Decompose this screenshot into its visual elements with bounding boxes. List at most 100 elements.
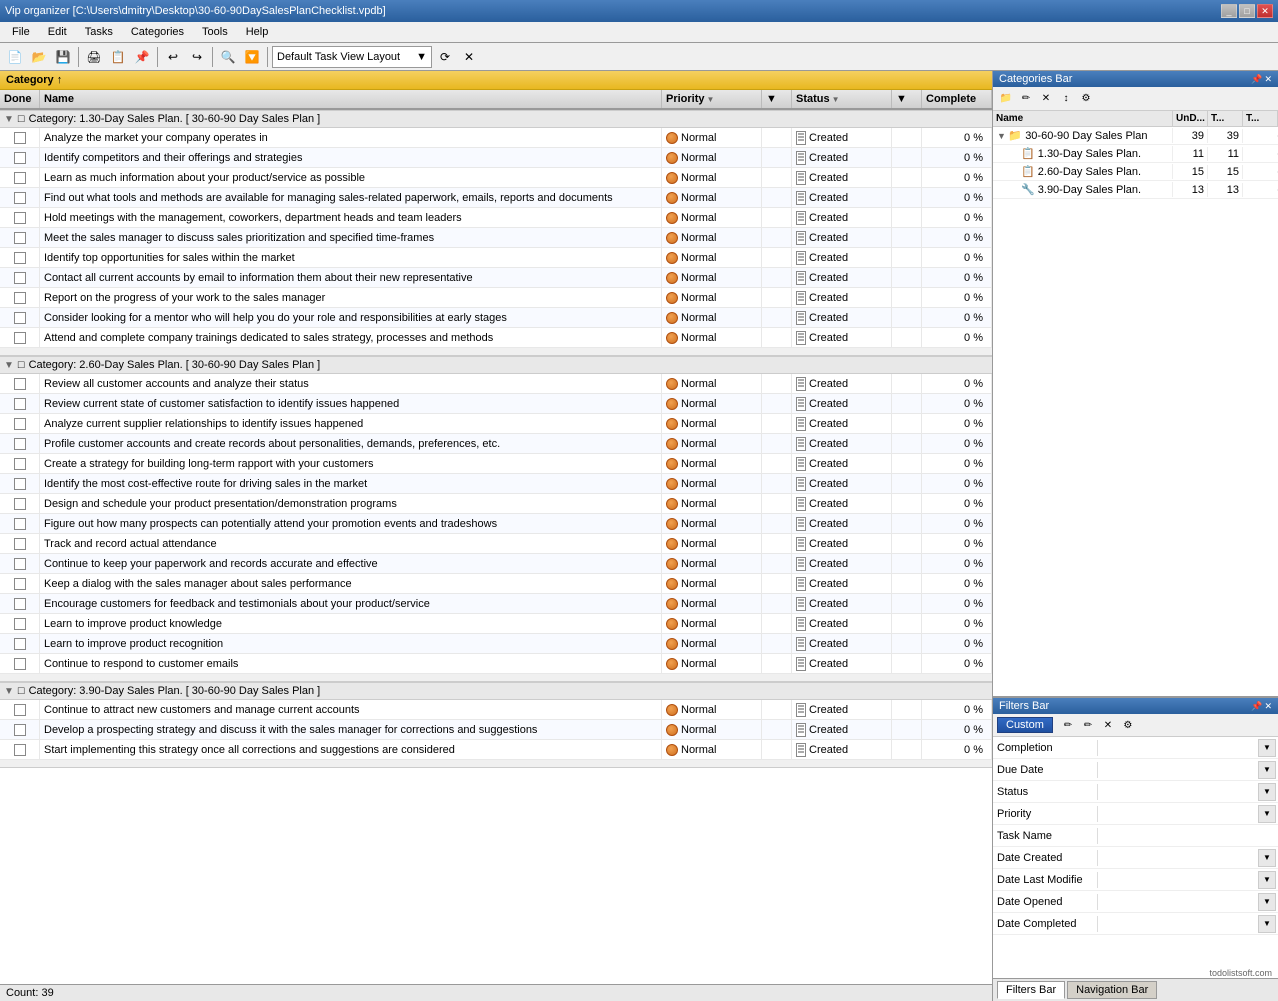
task-checkbox[interactable] (14, 272, 26, 284)
category-row-2[interactable]: ▼□Category: 3.90-Day Sales Plan. [ 30-60… (0, 682, 992, 700)
filter-value[interactable] (1098, 856, 1258, 860)
cat-add-btn[interactable]: 📁 (997, 90, 1015, 108)
category-sort-bar[interactable]: Category ↑ (0, 71, 992, 90)
menu-tools[interactable]: Tools (194, 24, 236, 40)
cat-panel-close-btn[interactable]: ✕ (1264, 74, 1272, 85)
cat-panel-pin-btn[interactable]: 📌 (1251, 74, 1262, 85)
task-checkbox[interactable] (14, 192, 26, 204)
filter-add-btn[interactable]: ✏ (1059, 716, 1077, 734)
task-checkbox[interactable] (14, 498, 26, 510)
task-checkbox[interactable] (14, 744, 26, 756)
task-checkbox[interactable] (14, 618, 26, 630)
layout-dropdown[interactable]: Default Task View Layout ▼ (272, 46, 432, 68)
new-btn[interactable]: 📄 (4, 46, 26, 68)
cat-settings-btn[interactable]: ⚙ (1077, 90, 1095, 108)
filter-value[interactable] (1098, 746, 1258, 750)
header-name[interactable]: Name (40, 90, 662, 108)
task-checkbox[interactable] (14, 658, 26, 670)
filter-dropdown-btn[interactable]: ▼ (1258, 739, 1276, 757)
task-checkbox[interactable] (14, 724, 26, 736)
filters-panel-pin-btn[interactable]: 📌 (1251, 701, 1262, 712)
task-checkbox[interactable] (14, 598, 26, 610)
filter-dropdown-btn[interactable]: ▼ (1258, 915, 1276, 933)
minimize-btn[interactable]: _ (1221, 4, 1237, 18)
filter-dropdown-btn[interactable]: ▼ (1258, 871, 1276, 889)
refresh-btn[interactable]: ⟳ (434, 46, 456, 68)
menu-help[interactable]: Help (238, 24, 277, 40)
task-list-scroll[interactable]: ▼□Category: 1.30-Day Sales Plan. [ 30-60… (0, 110, 992, 984)
cat-delete-btn[interactable]: ✕ (1037, 90, 1055, 108)
redo-btn[interactable]: ↪ (186, 46, 208, 68)
menu-edit[interactable]: Edit (40, 24, 75, 40)
menu-tasks[interactable]: Tasks (77, 24, 121, 40)
header-priority[interactable]: Priority ▼ (662, 90, 762, 108)
print-btn[interactable]: 🖨 (83, 46, 105, 68)
task-checkbox[interactable] (14, 518, 26, 530)
task-checkbox[interactable] (14, 558, 26, 570)
close-btn[interactable]: ✕ (1257, 4, 1273, 18)
task-checkbox[interactable] (14, 538, 26, 550)
header-complete[interactable]: Complete (922, 90, 992, 108)
filters-panel-close-btn[interactable]: ✕ (1264, 701, 1272, 712)
copy-btn[interactable]: 📋 (107, 46, 129, 68)
filter-value[interactable] (1098, 922, 1258, 926)
task-checkbox[interactable] (14, 332, 26, 344)
filter-dropdown-btn[interactable]: ▼ (1258, 805, 1276, 823)
cat-tree-item[interactable]: 📋 2.60-Day Sales Plan.1515 (993, 163, 1278, 181)
task-checkbox[interactable] (14, 478, 26, 490)
task-checkbox[interactable] (14, 418, 26, 430)
header-priority-filter[interactable]: ▼ (762, 90, 792, 108)
menu-categories[interactable]: Categories (123, 24, 192, 40)
filter-value[interactable] (1098, 878, 1258, 882)
task-checkbox[interactable] (14, 212, 26, 224)
close-view-btn[interactable]: ✕ (458, 46, 480, 68)
priority-icon (666, 704, 678, 716)
filter-value[interactable] (1098, 900, 1258, 904)
filter-dropdown-btn[interactable]: ▼ (1258, 849, 1276, 867)
task-checkbox[interactable] (14, 152, 26, 164)
header-status-filter[interactable]: ▼ (892, 90, 922, 108)
undo-btn[interactable]: ↩ (162, 46, 184, 68)
task-checkbox[interactable] (14, 132, 26, 144)
filter-value[interactable] (1098, 768, 1258, 772)
filter-delete-btn[interactable]: ✕ (1099, 716, 1117, 734)
view-btn[interactable]: 🔍 (217, 46, 239, 68)
task-checkbox[interactable] (14, 704, 26, 716)
header-status[interactable]: Status ▼ (792, 90, 892, 108)
task-checkbox[interactable] (14, 232, 26, 244)
paste-btn[interactable]: 📌 (131, 46, 153, 68)
cat-sort-btn[interactable]: ↕ (1057, 90, 1075, 108)
filter-dropdown-btn[interactable]: ▼ (1258, 893, 1276, 911)
task-checkbox[interactable] (14, 398, 26, 410)
filter-settings-btn[interactable]: ⚙ (1119, 716, 1137, 734)
cat-tree-item[interactable]: ▼ 📁 30-60-90 Day Sales Plan3939 (993, 127, 1278, 145)
maximize-btn[interactable]: □ (1239, 4, 1255, 18)
cat-tree-item[interactable]: 🔧 3.90-Day Sales Plan.1313 (993, 181, 1278, 199)
save-btn[interactable]: 💾 (52, 46, 74, 68)
filter-edit-btn[interactable]: ✏ (1079, 716, 1097, 734)
cat-tree-item[interactable]: 📋 1.30-Day Sales Plan.1111 (993, 145, 1278, 163)
filter-btn[interactable]: 🔽 (241, 46, 263, 68)
task-checkbox[interactable] (14, 638, 26, 650)
task-checkbox[interactable] (14, 458, 26, 470)
filter-value[interactable] (1098, 834, 1258, 838)
task-checkbox[interactable] (14, 252, 26, 264)
filter-value[interactable] (1098, 812, 1258, 816)
category-row-0[interactable]: ▼□Category: 1.30-Day Sales Plan. [ 30-60… (0, 110, 992, 128)
open-btn[interactable]: 📂 (28, 46, 50, 68)
tab-filters-bar[interactable]: Filters Bar (997, 981, 1065, 999)
filter-dropdown-btn[interactable]: ▼ (1258, 783, 1276, 801)
menu-file[interactable]: File (4, 24, 38, 40)
task-checkbox[interactable] (14, 578, 26, 590)
cat-edit-btn[interactable]: ✏ (1017, 90, 1035, 108)
filter-custom-btn[interactable]: Custom (997, 717, 1053, 733)
task-checkbox[interactable] (14, 438, 26, 450)
filter-value[interactable] (1098, 790, 1258, 794)
tab-navigation-bar[interactable]: Navigation Bar (1067, 981, 1157, 999)
task-checkbox[interactable] (14, 172, 26, 184)
task-checkbox[interactable] (14, 312, 26, 324)
category-row-1[interactable]: ▼□Category: 2.60-Day Sales Plan. [ 30-60… (0, 356, 992, 374)
task-checkbox[interactable] (14, 292, 26, 304)
task-checkbox[interactable] (14, 378, 26, 390)
filter-dropdown-btn[interactable]: ▼ (1258, 761, 1276, 779)
